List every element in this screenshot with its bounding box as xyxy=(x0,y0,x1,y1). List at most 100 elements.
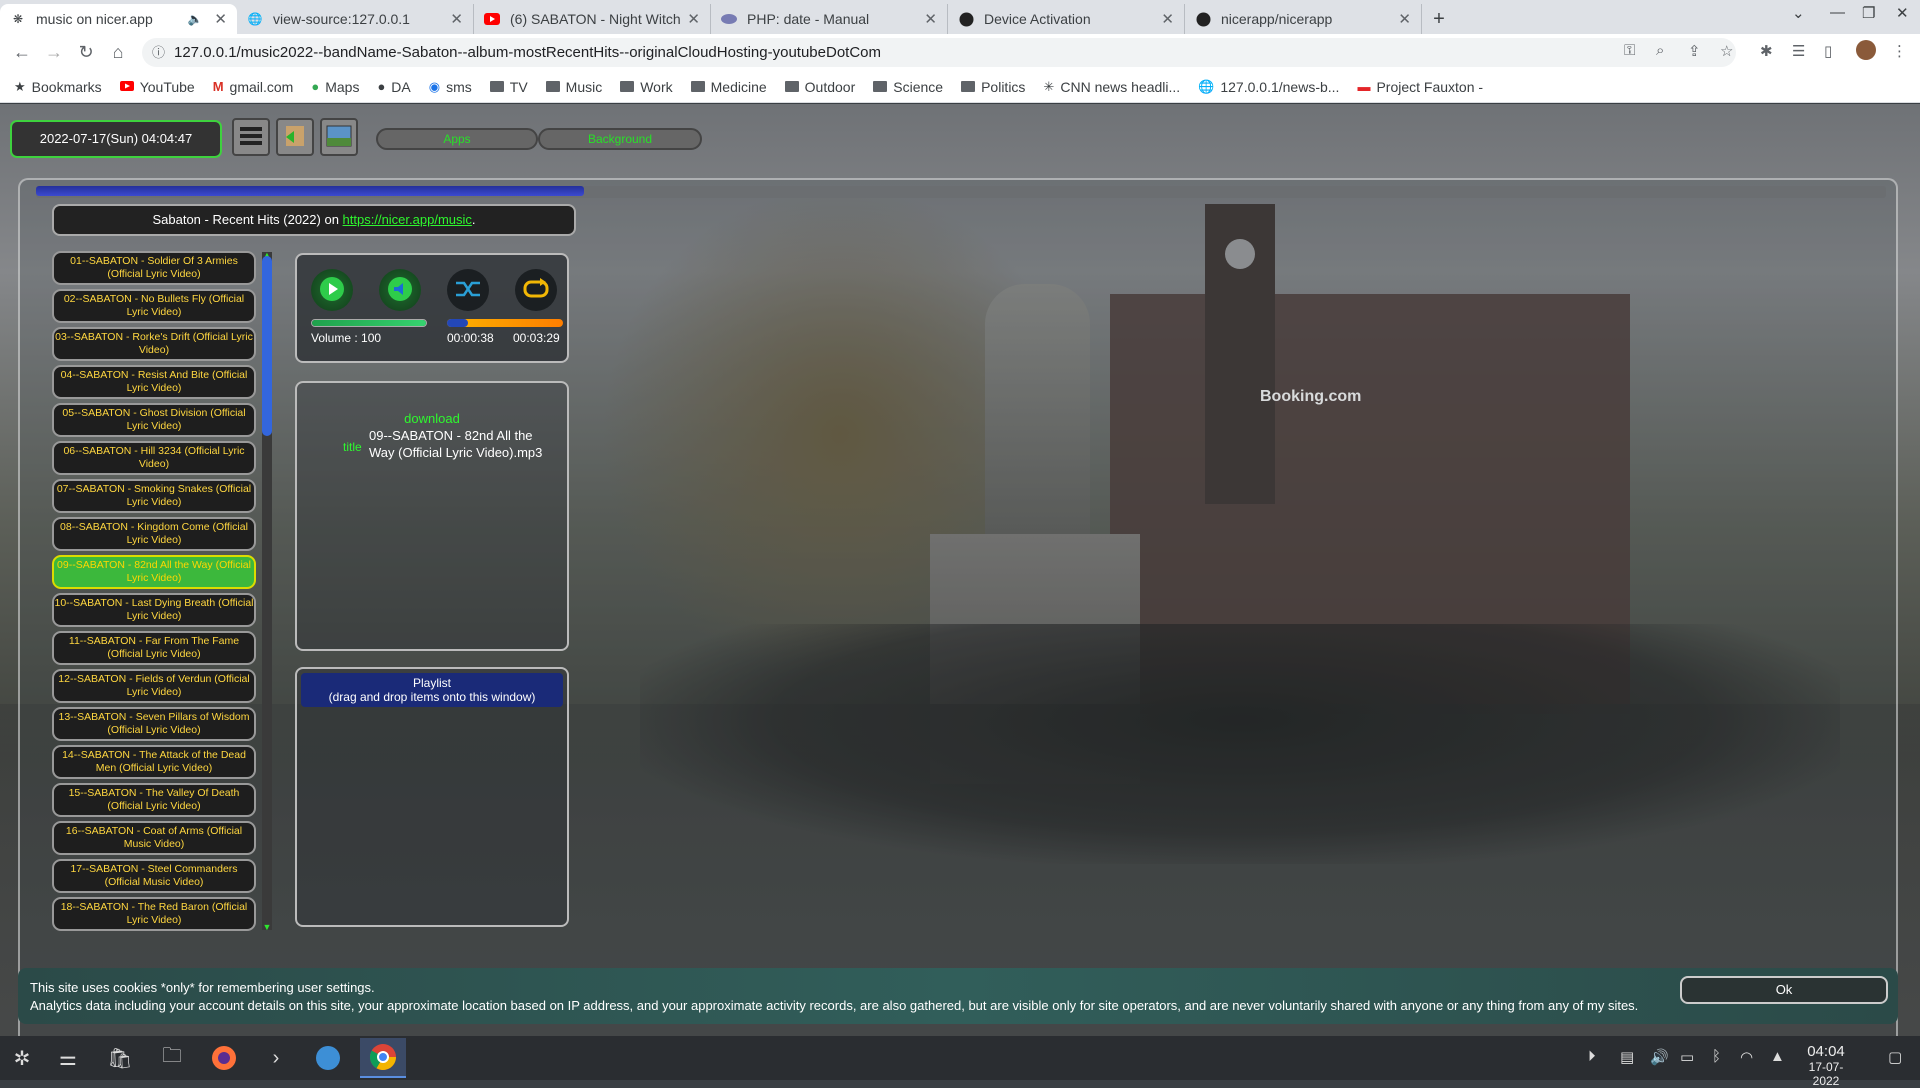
browser-tab-1[interactable]: 🌐 view-source:127.0.0.1 ✕ xyxy=(237,4,474,34)
forward-icon[interactable]: → xyxy=(38,42,70,63)
shuffle-button[interactable] xyxy=(447,269,489,311)
track-item[interactable]: 11--SABATON - Far From The Fame (Officia… xyxy=(52,631,256,665)
track-item[interactable]: 17--SABATON - Steel Commanders (Official… xyxy=(52,859,256,893)
volume-slider[interactable] xyxy=(311,319,427,327)
show-desktop-icon[interactable]: ▢ xyxy=(1888,1048,1902,1066)
scroll-thumb[interactable] xyxy=(262,256,272,436)
close-window-icon[interactable]: ✕ xyxy=(1896,4,1909,22)
seek-slider[interactable] xyxy=(447,319,563,327)
bookmark-politics[interactable]: Politics xyxy=(961,79,1025,95)
close-icon[interactable]: ✕ xyxy=(450,10,463,28)
terminal-icon[interactable]: › xyxy=(258,1042,294,1074)
track-list-scrollbar[interactable]: ▲ ▼ xyxy=(262,250,272,932)
browser-tab-3[interactable]: PHP: date - Manual ✕ xyxy=(711,4,948,34)
scroll-down-icon[interactable]: ▼ xyxy=(262,922,272,932)
bookmark-music[interactable]: Music xyxy=(545,79,602,95)
track-item[interactable]: 06--SABATON - Hill 3234 (Official Lyric … xyxy=(52,441,256,475)
track-item[interactable]: 13--SABATON - Seven Pillars of Wisdom (O… xyxy=(52,707,256,741)
play-button[interactable] xyxy=(311,269,353,311)
track-item[interactable]: 18--SABATON - The Red Baron (Official Ly… xyxy=(52,897,256,931)
file-manager-icon[interactable]: 🗀 xyxy=(154,1042,190,1074)
key-icon[interactable]: ⚿ xyxy=(1624,42,1635,59)
tab-search-icon[interactable]: ⌄ xyxy=(1792,4,1805,22)
media-icon[interactable]: ⏵ xyxy=(1588,1048,1596,1065)
avatar[interactable] xyxy=(1856,40,1876,64)
track-item[interactable]: 14--SABATON - The Attack of the Dead Men… xyxy=(52,745,256,779)
bluetooth-icon[interactable]: ᛒ xyxy=(1712,1048,1721,1065)
bookmark-tv[interactable]: TV xyxy=(489,79,528,95)
share-icon[interactable]: ⇪ xyxy=(1688,42,1701,60)
home-icon[interactable]: ⌂ xyxy=(102,42,134,63)
back-icon[interactable]: ← xyxy=(6,42,38,63)
settings-icon[interactable]: ⚌ xyxy=(50,1042,86,1074)
mute-button[interactable] xyxy=(379,269,421,311)
track-item[interactable]: 15--SABATON - The Valley Of Death (Offic… xyxy=(52,783,256,817)
bookmark-bookmarks[interactable]: ★ Bookmarks xyxy=(14,79,102,95)
track-item[interactable]: 04--SABATON - Resist And Bite (Official … xyxy=(52,365,256,399)
bookmark-medicine[interactable]: Medicine xyxy=(690,79,767,95)
close-icon[interactable]: ✕ xyxy=(1398,10,1411,28)
side-panel-icon[interactable]: ▯ xyxy=(1824,42,1832,60)
store-icon[interactable]: 🛍 xyxy=(102,1042,138,1074)
bookmark-da[interactable]: ● DA xyxy=(377,79,410,95)
clipboard-icon[interactable]: ▤ xyxy=(1620,1048,1634,1066)
firefox-icon[interactable] xyxy=(206,1042,242,1074)
bookmark-fauxton[interactable]: ▬ Project Fauxton - xyxy=(1357,79,1483,95)
menu-icon[interactable]: ⋮ xyxy=(1892,42,1907,60)
speaker-icon[interactable]: 🔈 xyxy=(187,12,202,26)
battery-icon[interactable]: ▭ xyxy=(1680,1048,1694,1066)
address-bar[interactable]: ⓘ 127.0.0.1/music2022--bandName-Sabaton-… xyxy=(142,38,1736,67)
track-item[interactable]: 07--SABATON - Smoking Snakes (Official L… xyxy=(52,479,256,513)
volume-icon[interactable]: 🔊 xyxy=(1650,1048,1669,1066)
bookmark-work[interactable]: Work xyxy=(620,79,673,95)
track-item[interactable]: 10--SABATON - Last Dying Breath (Officia… xyxy=(52,593,256,627)
bookmark-outdoor[interactable]: Outdoor xyxy=(784,79,855,95)
menu-button[interactable] xyxy=(232,118,270,156)
cookie-ok-button[interactable]: Ok xyxy=(1680,976,1888,1004)
track-item[interactable]: 12--SABATON - Fields of Verdun (Official… xyxy=(52,669,256,703)
track-item[interactable]: 16--SABATON - Coat of Arms (Official Mus… xyxy=(52,821,256,855)
close-icon[interactable]: ✕ xyxy=(1161,10,1174,28)
bookmark-gmail[interactable]: Mgmail.com xyxy=(213,79,294,95)
tray-expand-icon[interactable]: ▲ xyxy=(1770,1048,1785,1065)
new-tab-button[interactable]: + xyxy=(1422,4,1456,34)
apps-button[interactable]: Apps xyxy=(376,128,538,150)
close-icon[interactable]: ✕ xyxy=(924,10,937,28)
bookmark-news[interactable]: 🌐 127.0.0.1/news-b... xyxy=(1198,79,1339,95)
site-link[interactable]: https://nicer.app/music xyxy=(343,212,472,227)
bookmark-star-icon[interactable]: ☆ xyxy=(1720,42,1733,60)
bookmark-youtube[interactable]: YouTube xyxy=(119,79,195,95)
background-menu-button[interactable]: Background xyxy=(538,128,702,150)
bookmark-science[interactable]: Science xyxy=(873,79,943,95)
system-clock[interactable]: 04:04 17-07-2022 xyxy=(1796,1044,1856,1088)
track-item[interactable]: 03--SABATON - Rorke's Drift (Official Ly… xyxy=(52,327,256,361)
restore-icon[interactable]: ❐ xyxy=(1862,4,1875,22)
wifi-icon[interactable]: ◠ xyxy=(1740,1048,1753,1066)
minimize-icon[interactable]: — xyxy=(1830,4,1845,21)
track-item[interactable]: 08--SABATON - Kingdom Come (Official Lyr… xyxy=(52,517,256,551)
network-icon[interactable] xyxy=(310,1042,346,1074)
track-item[interactable]: 01--SABATON - Soldier Of 3 Armies (Offic… xyxy=(52,251,256,285)
browser-tab-0[interactable]: ❋ music on nicer.app 🔈 ✕ xyxy=(0,4,237,34)
background-button[interactable] xyxy=(320,118,358,156)
bookmark-cnn[interactable]: ✳ CNN news headli... xyxy=(1043,79,1180,95)
track-item[interactable]: 09--SABATON - 82nd All the Way (Official… xyxy=(52,555,256,589)
reading-list-icon[interactable]: ☰ xyxy=(1792,42,1805,60)
zoom-icon[interactable]: ⌕ xyxy=(1656,42,1664,59)
site-info-icon[interactable]: ⓘ xyxy=(152,38,165,67)
app-launcher-icon[interactable]: ✲ xyxy=(4,1042,40,1074)
track-item[interactable]: 05--SABATON - Ghost Division (Official L… xyxy=(52,403,256,437)
track-item[interactable]: 02--SABATON - No Bullets Fly (Official L… xyxy=(52,289,256,323)
bookmark-sms[interactable]: ◉ sms xyxy=(429,79,472,95)
browser-tab-4[interactable]: Device Activation ✕ xyxy=(948,4,1185,34)
browser-tab-2[interactable]: (6) SABATON - Night Witches ( ✕ xyxy=(474,4,711,34)
repeat-button[interactable] xyxy=(515,269,557,311)
page-progress-bar[interactable] xyxy=(36,186,1886,198)
extensions-icon[interactable]: ✱ xyxy=(1760,42,1773,60)
playlist-panel[interactable]: Playlist (drag and drop items onto this … xyxy=(295,667,569,927)
browser-tab-5[interactable]: nicerapp/nicerapp ✕ xyxy=(1185,4,1422,34)
close-icon[interactable]: ✕ xyxy=(214,10,227,28)
chrome-icon[interactable] xyxy=(360,1038,406,1078)
download-link[interactable]: download xyxy=(297,411,567,426)
close-icon[interactable]: ✕ xyxy=(687,10,700,28)
